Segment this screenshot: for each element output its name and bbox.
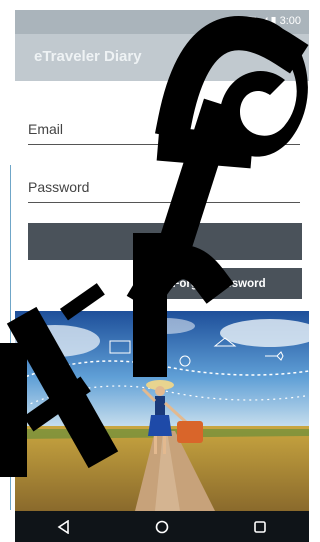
back-triangle-icon[interactable] <box>49 515 79 539</box>
home-circle-icon[interactable] <box>147 515 177 539</box>
signal-icon: ◢ <box>259 14 271 27</box>
password-field[interactable] <box>28 172 300 203</box>
login-button[interactable]: LOG IN <box>28 223 302 260</box>
status-time: 3:00 <box>279 15 301 27</box>
battery-icon: ▮ <box>270 14 280 27</box>
app-title: eTraveler Diary <box>34 48 142 65</box>
wifi-icon: ▼ <box>247 14 260 27</box>
recents-square-icon[interactable] <box>245 515 275 539</box>
app-bar: eTraveler Diary <box>15 34 309 81</box>
travel-illustration-graphic <box>15 311 309 511</box>
forget-password-button[interactable]: Forget Password <box>136 268 302 299</box>
navigation-bar <box>15 511 309 542</box>
frame-border-line <box>10 165 11 510</box>
status-bar: ▼◢▮3:00 <box>15 10 309 34</box>
status-icons: ▼◢▮3:00 <box>248 14 301 27</box>
travel-illustration <box>15 311 309 511</box>
email-field[interactable] <box>28 114 300 145</box>
